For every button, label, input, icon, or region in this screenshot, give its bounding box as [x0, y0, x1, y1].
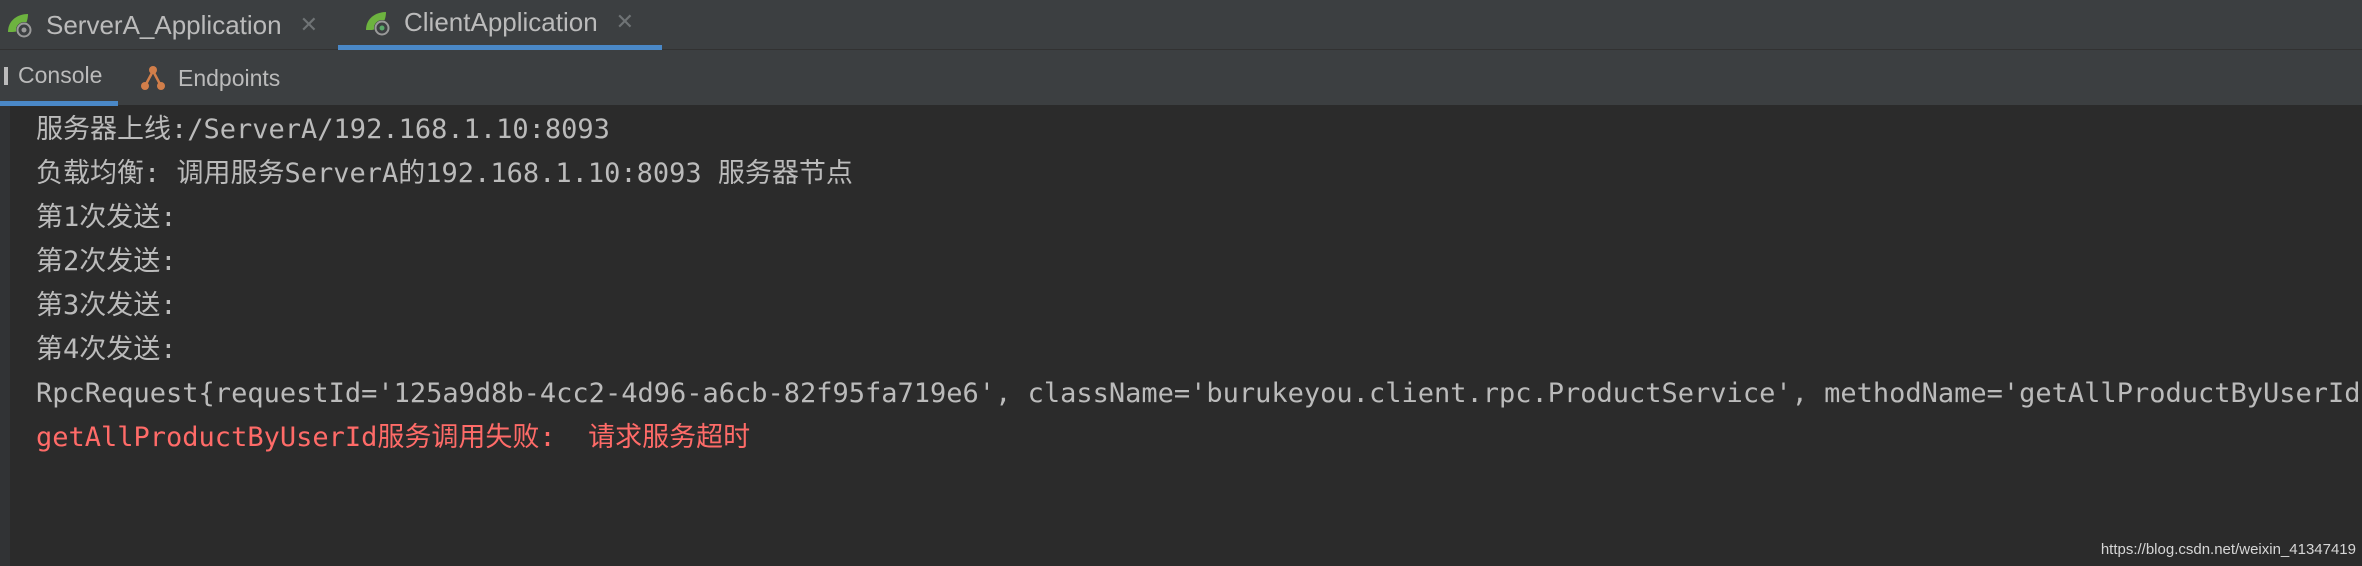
spring-boot-run-icon	[4, 10, 38, 40]
close-icon[interactable]: ✕	[300, 13, 318, 38]
close-icon[interactable]: ✕	[616, 10, 634, 35]
console-line: 第2次发送:	[36, 246, 177, 277]
run-tab-label: ServerA_Application	[46, 9, 282, 40]
console-output[interactable]: 服务器上线:/ServerA/192.168.1.10:8093 负载均衡: 调…	[0, 106, 2362, 566]
spring-boot-run-icon	[362, 8, 396, 38]
endpoints-icon	[138, 63, 168, 93]
run-tab-label: ClientApplication	[404, 7, 598, 37]
console-error-line: getAllProductByUserId服务调用失败: 请求服务超时	[36, 422, 751, 453]
console-gutter	[0, 106, 10, 566]
tab-console[interactable]: Console	[0, 50, 118, 106]
tool-tabs-bar: Console Endpoints	[0, 50, 2362, 106]
tab-endpoints-label: Endpoints	[178, 64, 281, 91]
console-line: 第1次发送:	[36, 202, 177, 233]
run-tool-window: ServerA_Application ✕ ClientApplication …	[0, 0, 2362, 566]
console-line: 负载均衡: 调用服务ServerA的192.168.1.10:8093 服务器节…	[36, 158, 853, 189]
console-line: 第3次发送:	[36, 290, 177, 321]
run-tab-client-application[interactable]: ClientApplication ✕	[338, 0, 662, 50]
watermark: https://blog.csdn.net/weixin_41347419	[2100, 541, 2356, 558]
console-marker-icon	[4, 66, 8, 85]
console-line: 服务器上线:/ServerA/192.168.1.10:8093	[36, 114, 610, 145]
run-tab-server-a[interactable]: ServerA_Application ✕	[0, 0, 330, 50]
tab-console-label: Console	[18, 62, 103, 88]
tab-endpoints[interactable]: Endpoints	[138, 50, 298, 106]
console-line: RpcRequest{requestId='125a9d8b-4cc2-4d96…	[36, 378, 2362, 409]
console-line: 第4次发送:	[36, 334, 177, 365]
run-tabs-bar: ServerA_Application ✕ ClientApplication …	[0, 0, 2362, 50]
